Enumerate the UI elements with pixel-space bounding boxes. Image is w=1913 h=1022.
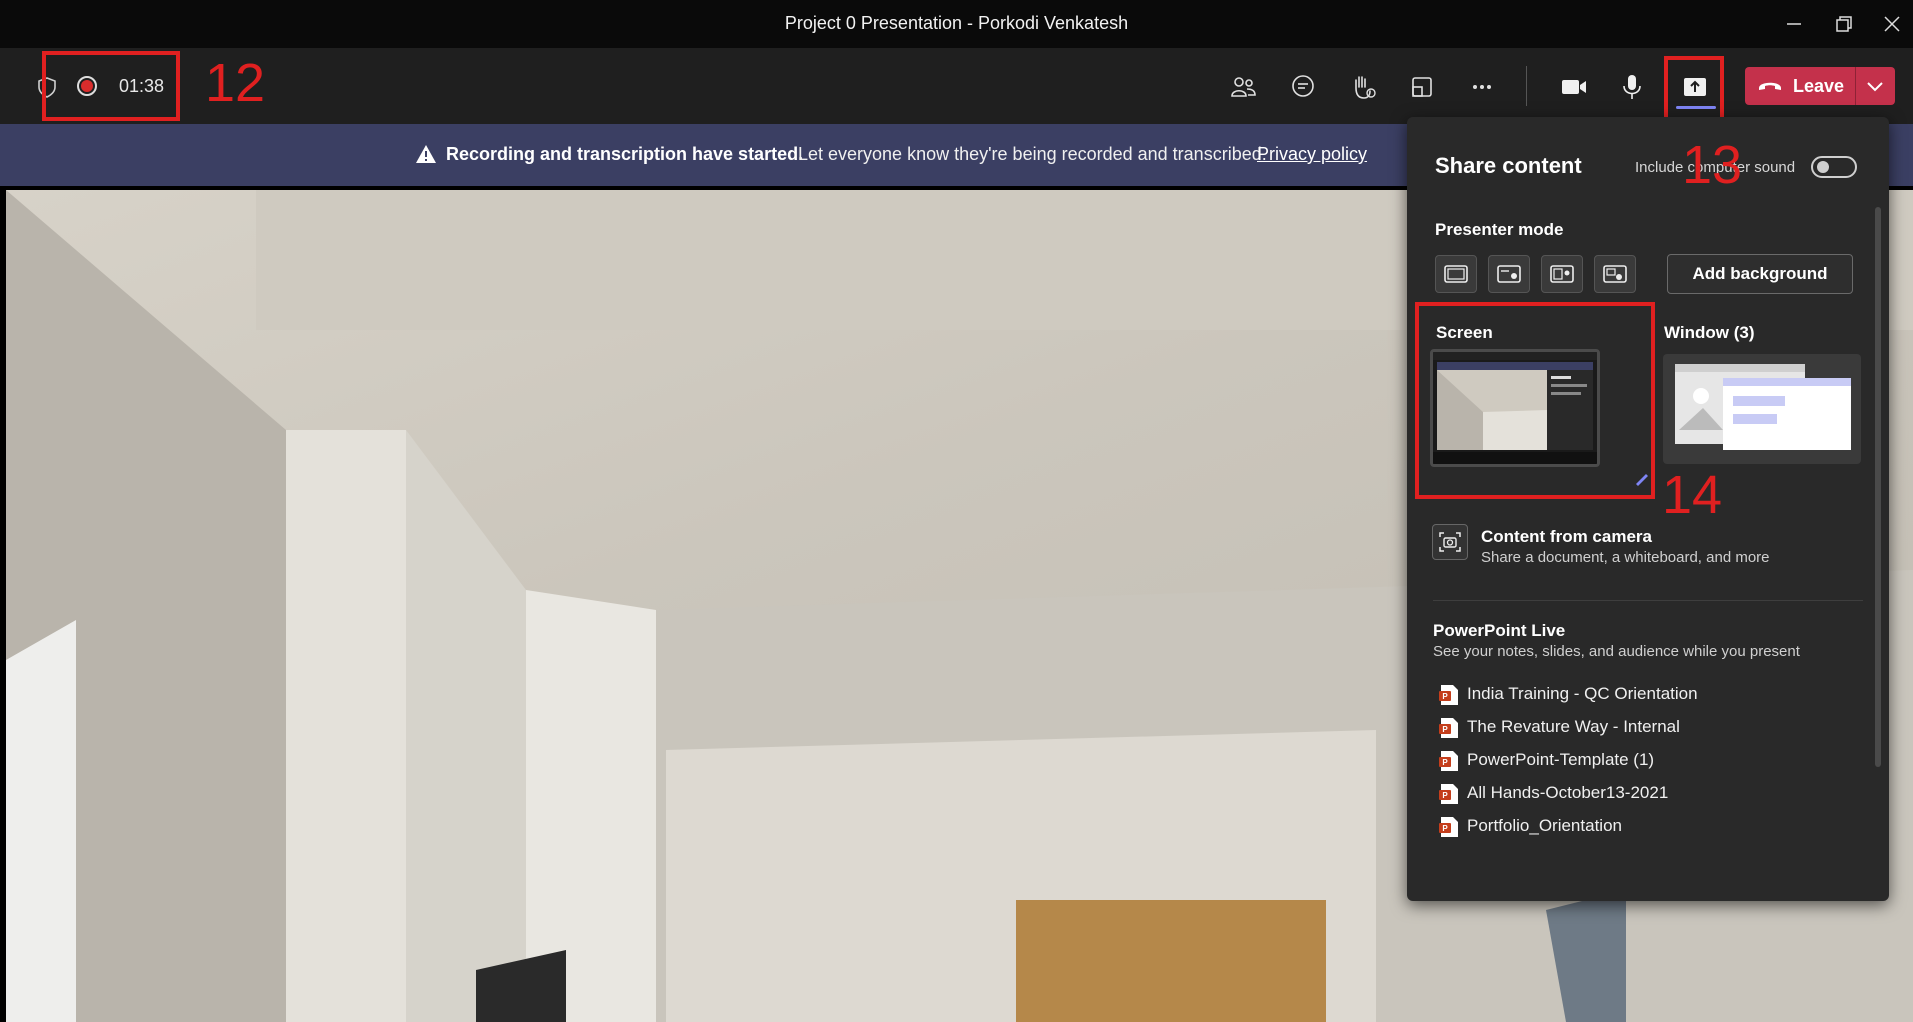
leave-button[interactable]: Leave [1745,67,1895,105]
people-icon[interactable] [1226,70,1260,104]
content-from-camera-title[interactable]: Content from camera [1481,527,1652,547]
meeting-toolbar: 01:38 Leave [0,48,1913,124]
window-title: Project 0 Presentation - Porkodi Venkate… [784,13,1129,33]
ppt-file-item[interactable]: P Portfolio_Orientation [1439,811,1859,841]
warning-icon [416,145,436,163]
toolbar-separator [1526,66,1527,106]
add-background-button[interactable]: Add background [1667,254,1853,294]
panel-divider [1433,600,1863,601]
ppt-file-item[interactable]: P The Revature Way - Internal [1439,712,1859,742]
svg-text:P: P [1442,692,1448,701]
svg-text:P: P [1442,758,1448,767]
title-bar: Project 0 Presentation - Porkodi Venkate… [0,0,1913,48]
powerpoint-live-subtitle: See your notes, slides, and audience whi… [1433,643,1800,660]
chat-icon[interactable] [1286,70,1320,104]
powerpoint-file-icon: P [1439,751,1458,771]
powerpoint-file-icon: P [1439,718,1458,738]
leave-label: Leave [1793,76,1845,96]
ppt-file-name: The Revature Way - Internal [1467,717,1680,736]
standout-icon[interactable] [1488,255,1530,293]
svg-text:P: P [1442,725,1448,734]
raise-hand-icon[interactable] [1346,70,1380,104]
powerpoint-file-icon: P [1439,817,1458,837]
room-icon[interactable] [1405,70,1439,104]
window-label: Window (3) [1664,323,1755,342]
powerpoint-live-title: PowerPoint Live [1433,621,1566,640]
ppt-file-name: India Training - QC Orientation [1467,684,1698,703]
annotation-number-12: 12 [205,53,266,113]
share-content-panel: Share content Include computer sound Pre… [1407,117,1889,901]
powerpoint-file-icon: P [1439,784,1458,804]
camera-content-icon[interactable] [1432,524,1468,560]
camera-icon[interactable] [1557,70,1591,104]
content-from-camera-subtitle: Share a document, a whiteboard, and more [1481,549,1770,566]
ppt-file-item[interactable]: P PowerPoint-Template (1) [1439,745,1859,775]
svg-text:P: P [1442,824,1448,833]
ppt-file-name: PowerPoint-Template (1) [1467,750,1655,769]
leave-divider [1855,67,1856,105]
ppt-file-item[interactable]: P All Hands-October13-2021 [1439,778,1859,808]
annotation-number-14: 14 [1662,465,1723,525]
minimize-icon[interactable] [1774,8,1814,40]
banner-bold-text: Recording and transcription have started… [446,144,804,164]
ppt-file-item[interactable]: P India Training - QC Orientation [1439,679,1859,709]
ppt-file-name: Portfolio_Orientation [1467,816,1622,835]
panel-scrollbar[interactable] [1875,207,1881,767]
powerpoint-file-icon: P [1439,685,1458,705]
close-icon[interactable] [1872,8,1912,40]
mic-icon[interactable] [1615,70,1649,104]
privacy-policy-link[interactable]: Privacy policy [1257,144,1367,165]
annotation-box-13 [1664,56,1724,124]
side-by-side-icon[interactable] [1541,255,1583,293]
annotation-box-12 [42,51,180,121]
banner-message: Let everyone know they're being recorded… [798,144,1267,164]
annotation-box-14 [1415,302,1655,499]
svg-text:P: P [1442,791,1448,800]
annotation-number-13: 13 [1682,135,1743,195]
panel-title: Share content [1435,153,1582,178]
computer-sound-toggle[interactable] [1811,156,1857,178]
ppt-file-name: All Hands-October13-2021 [1467,783,1669,802]
more-icon[interactable] [1465,70,1499,104]
reporter-icon[interactable] [1594,255,1636,293]
presenter-mode-label: Presenter mode [1435,220,1564,239]
content-only-icon[interactable] [1435,255,1477,293]
restore-icon[interactable] [1824,8,1864,40]
hang-up-icon [1759,82,1781,90]
window-share-thumbnail[interactable] [1663,354,1861,464]
chevron-down-icon[interactable] [1863,75,1887,97]
